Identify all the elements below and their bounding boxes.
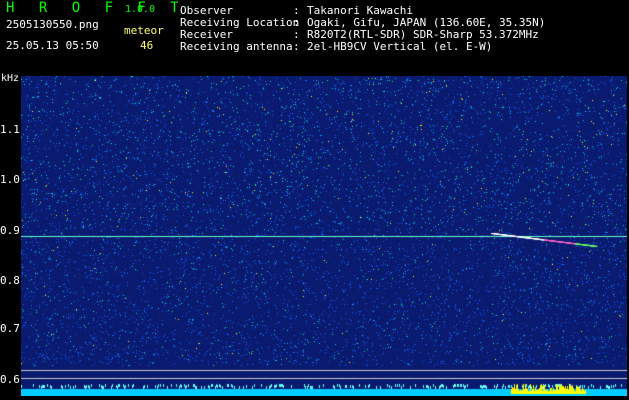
spectrogram-canvas (21, 76, 627, 396)
info-row-antenna: Receiving antenna: 2el-HB9CV Vertical (el… (180, 41, 492, 53)
y-axis-unit: kHz (1, 73, 20, 84)
filename: 2505130550.png (6, 18, 99, 31)
y-tick-label: 0.9 (0, 224, 20, 237)
datetime: 25.05.13 05:50 (6, 39, 99, 52)
meteor-label: meteor (124, 24, 164, 37)
info-colon: : (293, 40, 300, 53)
y-tick-label: 0.7 (0, 322, 20, 335)
spectrogram (21, 76, 627, 396)
app-title: H R O F F T (6, 0, 187, 16)
info-key: Receiving antenna (180, 40, 293, 53)
meteor-count: 46 (140, 39, 154, 52)
y-tick-label: 0.6 (0, 373, 20, 386)
y-tick-label: 1.1 (0, 123, 20, 136)
y-tick-label: 0.8 (0, 274, 20, 287)
app-version: 1.0.0 (125, 4, 156, 15)
y-tick-label: 1.0 (0, 173, 20, 186)
info-value: 2el-HB9CV Vertical (el. E-W) (307, 40, 493, 53)
